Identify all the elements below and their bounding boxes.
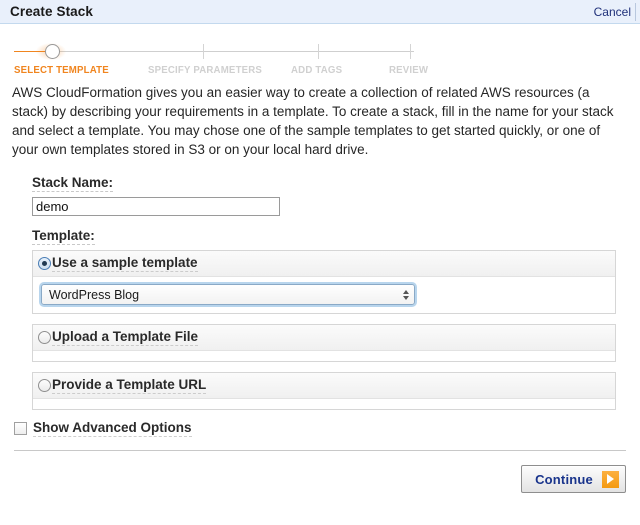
continue-button-label: Continue xyxy=(535,471,593,487)
provide-url-body xyxy=(33,399,615,409)
sample-template-select[interactable]: WordPress Blog xyxy=(41,284,415,305)
stack-name-input[interactable] xyxy=(32,197,280,216)
page-title: Create Stack xyxy=(10,4,93,19)
show-advanced-options-label: Show Advanced Options xyxy=(33,420,192,437)
radio-upload-template-file[interactable] xyxy=(38,331,51,344)
radio-use-sample-template[interactable] xyxy=(38,257,51,270)
sample-template-select-value: WordPress Blog xyxy=(49,287,140,302)
chevron-down-icon xyxy=(403,295,409,300)
chevron-up-icon xyxy=(403,289,409,294)
upload-template-body xyxy=(33,351,615,361)
stack-name-label: Stack Name: xyxy=(32,175,114,192)
step-label-add-tags: ADD TAGS xyxy=(291,64,343,76)
window-titlebar: Create Stack Cancel xyxy=(0,0,640,24)
show-advanced-options-row[interactable]: Show Advanced Options xyxy=(14,420,640,437)
radio-label-use-sample-template: Use a sample template xyxy=(52,255,198,272)
template-option-url-panel: Provide a Template URL xyxy=(32,372,616,410)
wizard-step-indicator: SELECT TEMPLATE SPECIFY PARAMETERS ADD T… xyxy=(0,24,640,81)
step-track-line xyxy=(14,51,414,52)
titlebar-edge-divider xyxy=(635,2,640,21)
arrow-right-icon xyxy=(602,470,619,488)
radio-row-provide-template-url[interactable]: Provide a Template URL xyxy=(33,373,615,399)
template-label: Template: xyxy=(32,228,95,245)
radio-label-provide-template-url: Provide a Template URL xyxy=(52,377,207,394)
show-advanced-options-checkbox[interactable] xyxy=(14,422,27,435)
radio-row-upload-template-file[interactable]: Upload a Template File xyxy=(33,325,615,351)
continue-button[interactable]: Continue xyxy=(521,465,626,493)
step-label-specify-parameters: SPECIFY PARAMETERS xyxy=(148,64,263,76)
template-option-upload-panel: Upload a Template File xyxy=(32,324,616,362)
stepper-arrows-icon xyxy=(398,289,414,300)
titlebar-actions: Cancel xyxy=(594,0,640,23)
radio-row-use-sample-template[interactable]: Use a sample template xyxy=(33,251,615,277)
radio-label-upload-template-file: Upload a Template File xyxy=(52,329,199,346)
template-option-sample-panel: Use a sample template WordPress Blog xyxy=(32,250,616,314)
sample-template-body: WordPress Blog xyxy=(33,277,615,313)
step-label-select-template: SELECT TEMPLATE xyxy=(14,64,109,76)
radio-provide-template-url[interactable] xyxy=(38,379,51,392)
description-text: AWS CloudFormation gives you an easier w… xyxy=(12,85,614,157)
step-label-review: REVIEW xyxy=(389,64,429,76)
step-tick-3 xyxy=(318,44,319,59)
footer-actions: Continue xyxy=(0,451,640,493)
step-tick-4 xyxy=(410,44,411,59)
cancel-link[interactable]: Cancel xyxy=(594,5,635,19)
step-tick-2 xyxy=(203,44,204,59)
create-stack-form: Stack Name: Template: Use a sample templ… xyxy=(32,175,628,410)
step-marker-current xyxy=(45,44,60,59)
